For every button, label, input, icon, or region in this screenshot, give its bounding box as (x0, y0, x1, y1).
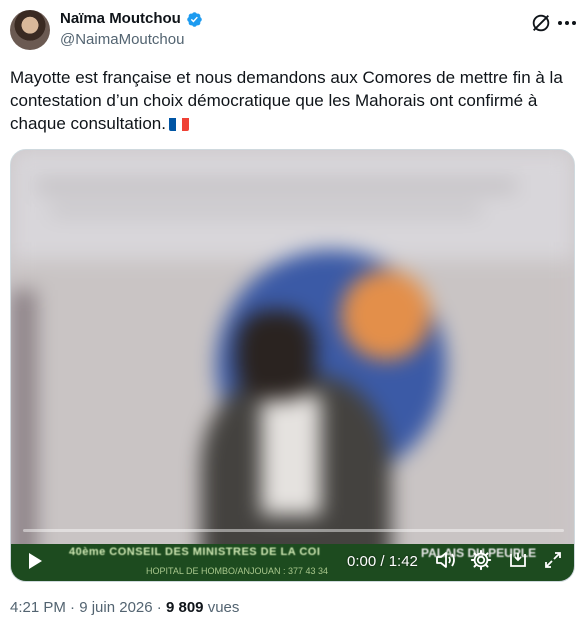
tweet-time[interactable]: 4:21 PM (10, 599, 66, 616)
verified-badge-icon (187, 11, 202, 27)
tweet-date[interactable]: 9 juin 2026 (79, 599, 152, 616)
ticker-subline: HOPITAL DE HOMBO/ANJOUAN : 377 43 34 (146, 566, 329, 576)
author-handle[interactable]: @NaimaMoutchou (60, 30, 184, 50)
picture-in-picture-icon[interactable] (508, 551, 528, 569)
author-name-row: Naïma Moutchou (60, 9, 203, 29)
settings-gear-icon[interactable] (470, 549, 492, 571)
separator: · (70, 599, 76, 616)
tweet-metadata: 4:21 PM · 9 juin 2026 · 9 809 vues (10, 598, 239, 618)
grok-icon[interactable] (530, 12, 552, 34)
video-time: 0:00 / 1:42 (347, 553, 418, 570)
video-player[interactable]: 40ème CONSEIL DES MINISTRES DE LA COI HO… (10, 149, 575, 582)
tweet-card: Naïma Moutchou @NaimaMoutchou Mayotte es… (0, 0, 586, 619)
video-progress-bar[interactable] (23, 529, 564, 532)
play-icon[interactable] (27, 552, 43, 570)
tweet-body: Mayotte est française et nous demandons … (10, 68, 563, 133)
avatar[interactable] (10, 10, 50, 50)
tweet-text: Mayotte est française et nous demandons … (10, 66, 570, 135)
separator-2: · (156, 599, 162, 616)
volume-icon[interactable] (435, 550, 457, 570)
ticker-headline: 40ème CONSEIL DES MINISTRES DE LA COI (69, 546, 321, 558)
fullscreen-icon[interactable] (544, 551, 562, 569)
display-name[interactable]: Naïma Moutchou (60, 9, 181, 29)
views-count: 9 809 (165, 599, 204, 616)
france-flag-icon (168, 116, 189, 131)
more-icon[interactable] (556, 16, 578, 30)
views-label: vues (207, 599, 240, 616)
video-frame (11, 150, 574, 581)
